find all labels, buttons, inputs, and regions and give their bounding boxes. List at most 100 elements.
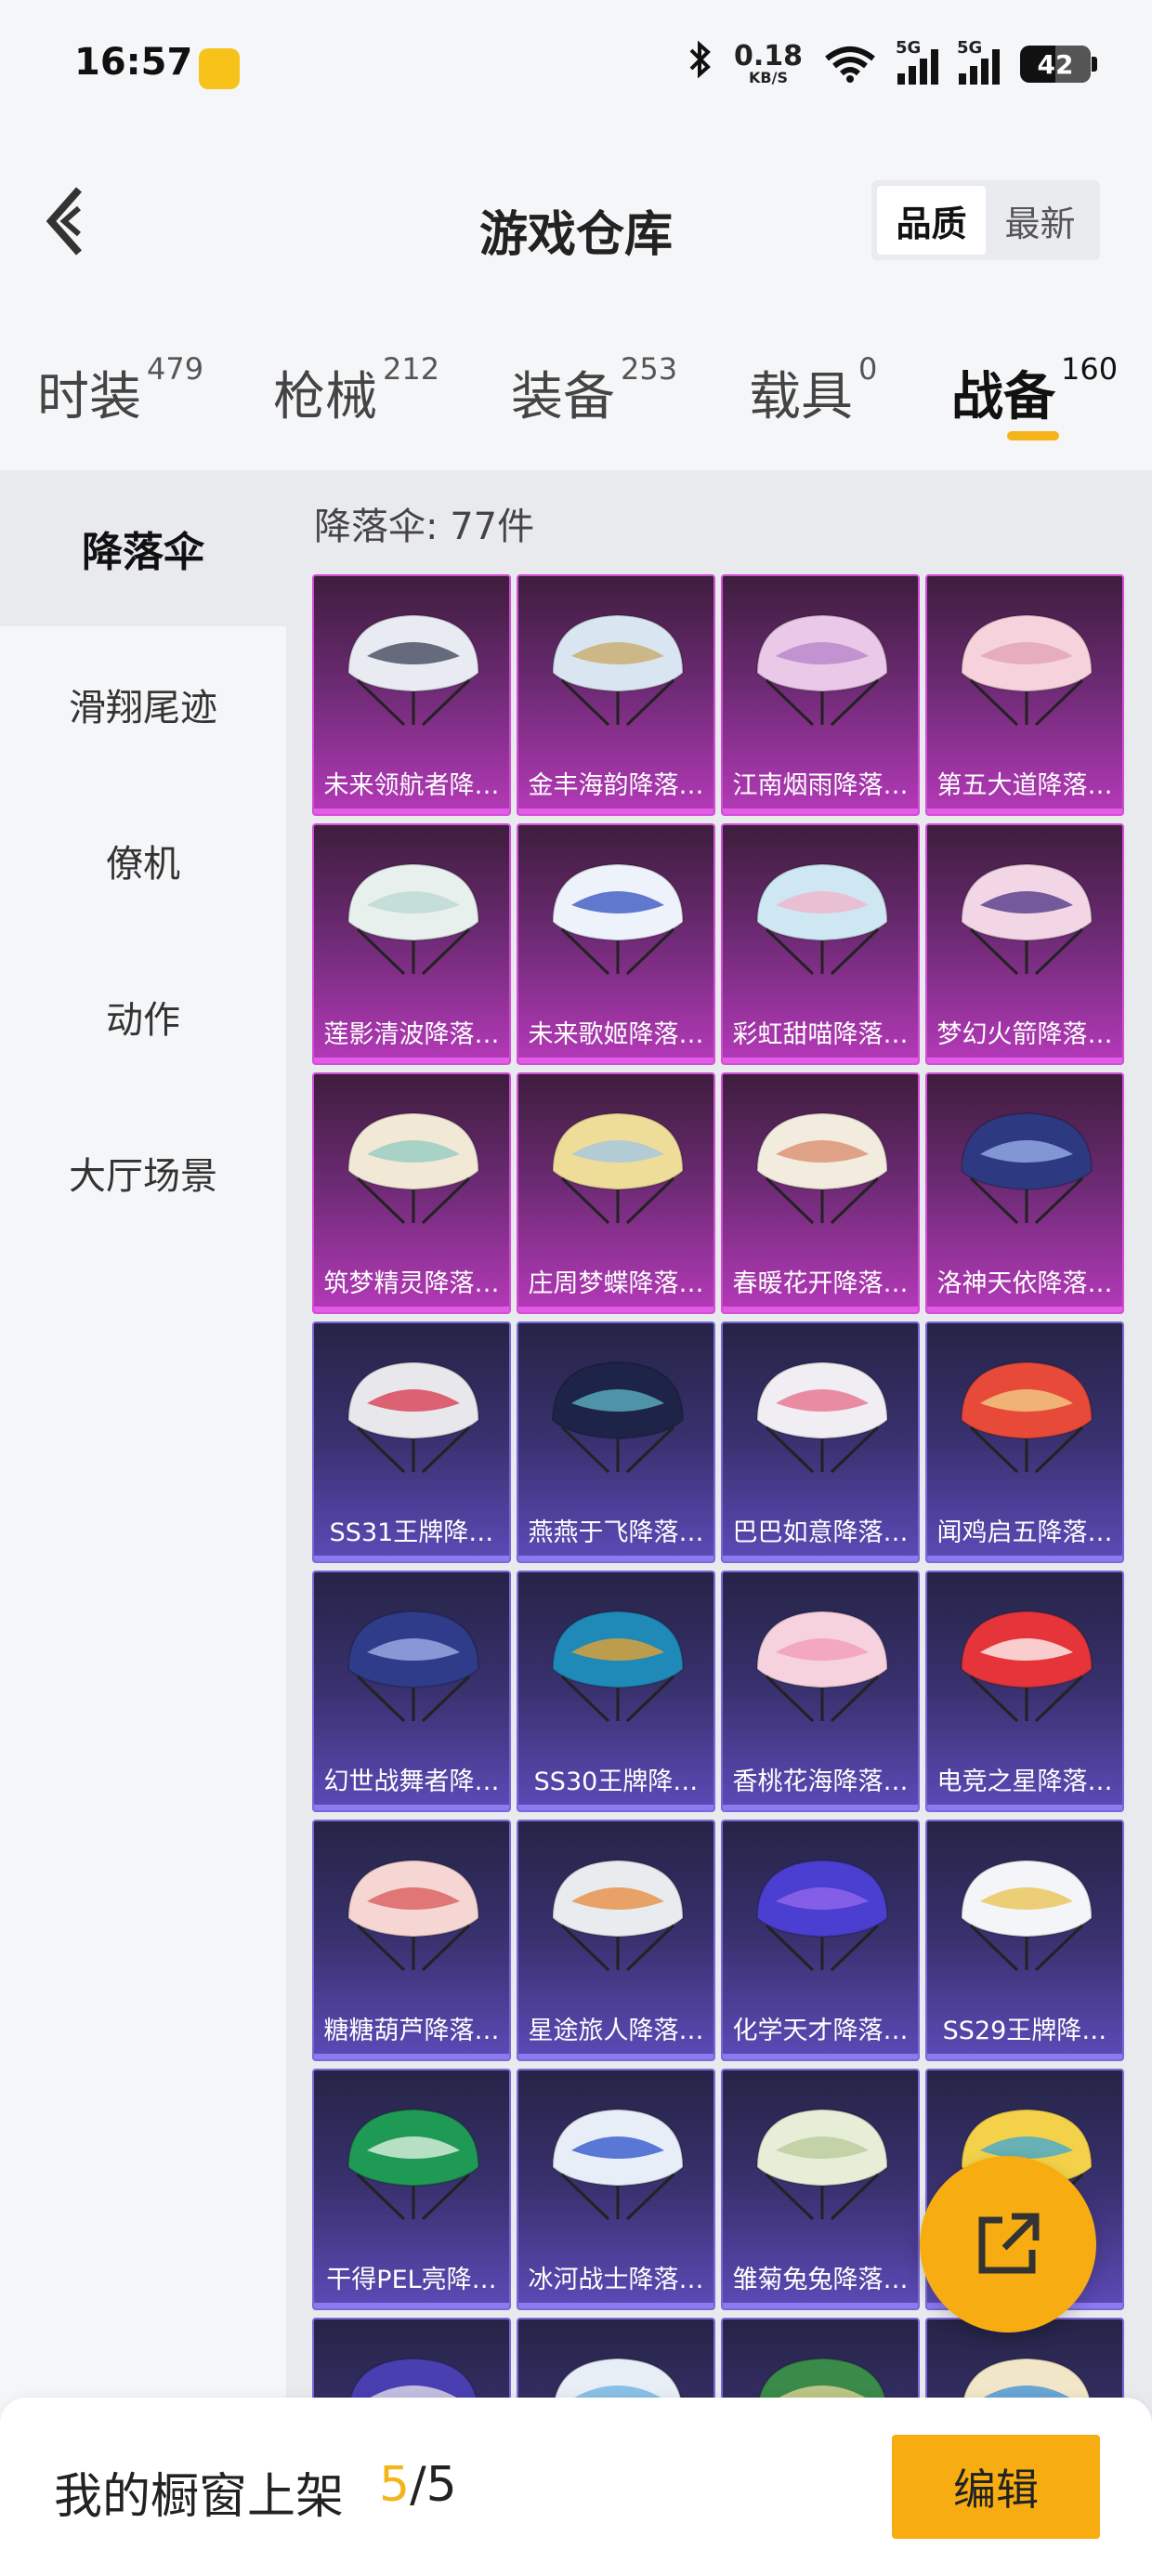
battery-icon: 42 (1020, 46, 1097, 83)
parachute-icon (755, 1360, 889, 1474)
parachute-icon (755, 862, 889, 976)
parachute-name: 闻鸡启五降落… (936, 1518, 1113, 1547)
parachute-icon (347, 862, 480, 976)
parachute-card[interactable]: 庄周梦蝶降落… (517, 1072, 715, 1314)
category-tabs: 时装 479 枪械 212 装备 253 载具 0 战备 160 (0, 307, 1152, 470)
active-tab-indicator (1007, 431, 1059, 440)
sort-option-quality[interactable]: 品质 (877, 186, 986, 255)
showcase-bar: 我的橱窗上架 5/5 编辑 (0, 2398, 1152, 2576)
parachute-card[interactable]: 雏菊兔兔降落… (721, 2069, 920, 2310)
parachute-icon (755, 1859, 889, 1972)
parachute-icon (960, 1360, 1093, 1474)
parachute-icon (755, 1111, 889, 1225)
parachute-icon (551, 2108, 685, 2221)
parachute-card[interactable]: 星途旅人降落… (517, 1820, 715, 2061)
tab-fashion[interactable]: 时装 479 (37, 351, 203, 430)
parachute-icon (551, 1111, 685, 1225)
parachute-card[interactable]: 化学天才降落… (721, 1820, 920, 2061)
parachute-name: 春暖花开降落… (732, 1269, 909, 1298)
edit-button[interactable]: 编辑 (892, 2435, 1100, 2539)
parachute-name: 电竞之星降落… (936, 1768, 1113, 1796)
app-icon (199, 48, 240, 89)
sort-option-newest[interactable]: 最新 (986, 186, 1094, 255)
parachute-name: 彩虹甜喵降落… (732, 1020, 909, 1049)
parachute-card[interactable]: 金丰海韵降落… (517, 574, 715, 816)
parachute-icon (347, 1610, 480, 1723)
parachute-card[interactable]: 巴巴如意降落… (721, 1321, 920, 1563)
parachute-card[interactable]: 江南烟雨降落… (721, 574, 920, 816)
tab-firearms[interactable]: 枪械 212 (273, 351, 439, 430)
sidebar-item-parachute[interactable]: 降落伞 (0, 470, 286, 626)
parachute-name: 洛神天依降落… (936, 1269, 1113, 1298)
parachute-icon (551, 1859, 685, 1972)
parachute-name: SS31王牌降… (329, 1518, 494, 1547)
parachute-card[interactable]: SS31王牌降… (312, 1321, 511, 1563)
parachute-name: 糖糖葫芦降落… (323, 2017, 500, 2045)
network-speed: 0.18 KB/S (733, 40, 803, 86)
parachute-card[interactable]: 梦幻火箭降落… (925, 823, 1124, 1065)
parachute-name: 巴巴如意降落… (732, 1518, 909, 1547)
parachute-name: SS30王牌降… (533, 1768, 699, 1796)
parachute-name: 化学天才降落… (732, 2017, 909, 2045)
parachute-card[interactable]: 彩虹甜喵降落… (721, 823, 920, 1065)
parachute-icon (551, 613, 685, 727)
sidebar-item-wingman[interactable]: 僚机 (0, 782, 286, 939)
parachute-card[interactable]: 未来歌姬降落… (517, 823, 715, 1065)
parachute-card[interactable]: 电竞之星降落… (925, 1571, 1124, 1812)
parachute-name: 冰河战士降落… (528, 2266, 704, 2294)
parachute-card[interactable]: 洛神天依降落… (925, 1072, 1124, 1314)
parachute-icon (755, 2108, 889, 2221)
parachute-card[interactable]: 冰河战士降落… (517, 2069, 715, 2310)
sidebar-item-glide-trail[interactable]: 滑翔尾迹 (0, 626, 286, 782)
parachute-name: 星途旅人降落… (528, 2017, 704, 2045)
parachute-card[interactable]: 糖糖葫芦降落… (312, 1820, 511, 2061)
parachute-name: 筑梦精灵降落… (323, 1269, 500, 1298)
share-button[interactable] (920, 2156, 1096, 2333)
parachute-card[interactable]: 筑梦精灵降落… (312, 1072, 511, 1314)
parachute-card[interactable]: 燕燕于飞降落… (517, 1321, 715, 1563)
parachute-name: 幻世战舞者降… (323, 1768, 500, 1796)
parachute-card[interactable]: 春暖花开降落… (721, 1072, 920, 1314)
showcase-count: 5/5 (379, 2457, 457, 2513)
parachute-card[interactable]: 干得PEL亮降… (312, 2069, 511, 2310)
parachute-name: 金丰海韵降落… (528, 771, 704, 800)
parachute-name: 香桃花海降落… (732, 1768, 909, 1796)
parachute-name: 干得PEL亮降… (326, 2266, 497, 2294)
parachute-icon (347, 2108, 480, 2221)
tab-equipment[interactable]: 装备 253 (511, 351, 677, 430)
parachute-icon (347, 1360, 480, 1474)
parachute-icon (960, 613, 1093, 727)
tab-battle-prep[interactable]: 战备 160 (951, 351, 1118, 430)
parachute-icon (755, 1610, 889, 1723)
status-bar: 16:57 0.18 KB/S 5G 5G 42 (0, 0, 1152, 139)
parachute-card[interactable]: 闻鸡启五降落… (925, 1321, 1124, 1563)
sidebar-item-lobby-scene[interactable]: 大厅场景 (0, 1095, 286, 1251)
wifi-icon (825, 46, 875, 83)
status-time: 16:57 (74, 41, 193, 84)
share-external-icon (978, 2213, 1040, 2274)
parachute-icon (347, 1111, 480, 1225)
header: 游戏仓库 品质 最新 (0, 139, 1152, 307)
parachute-name: 未来领航者降… (323, 771, 500, 800)
status-icons: 0.18 KB/S 5G 5G 42 (687, 38, 1097, 87)
parachute-card[interactable]: 幻世战舞者降… (312, 1571, 511, 1812)
tab-vehicles[interactable]: 载具 0 (749, 351, 877, 430)
parachute-icon (347, 613, 480, 727)
parachute-card[interactable]: 香桃花海降落… (721, 1571, 920, 1812)
parachute-name: SS29王牌降… (942, 2017, 1107, 2045)
parachute-card[interactable]: 莲影清波降落… (312, 823, 511, 1065)
parachute-name: 江南烟雨降落… (732, 771, 909, 800)
sort-toggle: 品质 最新 (871, 180, 1100, 260)
parachute-name: 雏菊兔兔降落… (732, 2266, 909, 2294)
parachute-icon (551, 1610, 685, 1723)
parachute-card[interactable]: SS29王牌降… (925, 1820, 1124, 2061)
parachute-name: 第五大道降落… (936, 771, 1113, 800)
parachute-icon (551, 862, 685, 976)
parachute-icon (960, 862, 1093, 976)
parachute-card[interactable]: 第五大道降落… (925, 574, 1124, 816)
sidebar-item-emote[interactable]: 动作 (0, 939, 286, 1095)
parachute-icon (551, 1360, 685, 1474)
parachute-card[interactable]: SS30王牌降… (517, 1571, 715, 1812)
parachute-name: 庄周梦蝶降落… (528, 1269, 704, 1298)
parachute-card[interactable]: 未来领航者降… (312, 574, 511, 816)
